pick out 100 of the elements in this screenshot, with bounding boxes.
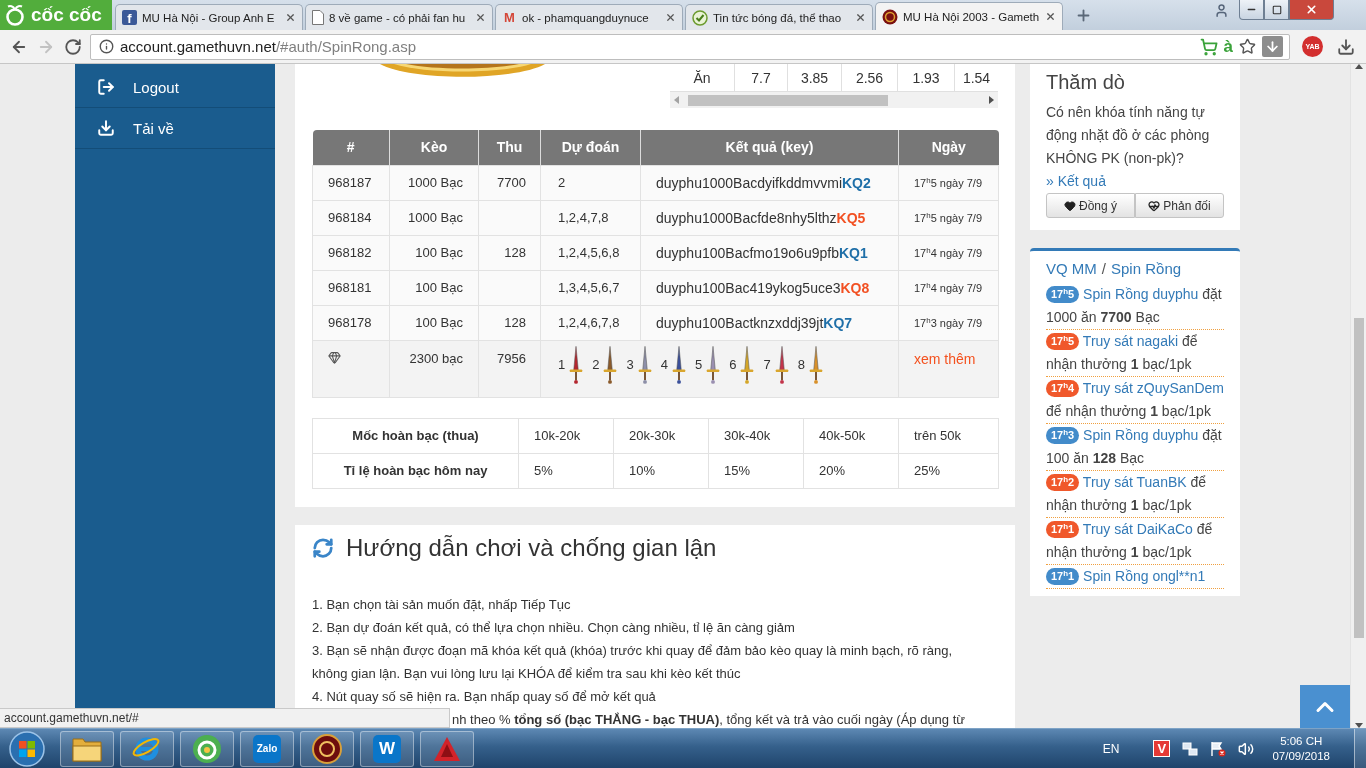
show-desktop-button[interactable]: [1354, 729, 1366, 768]
site-logo: M: [503, 10, 516, 25]
table-cell: 17$^{h}$5 ngày 7/9: [898, 200, 999, 235]
feed-link[interactable]: Spin Rồng ongl**n1: [1083, 568, 1206, 584]
table-cell: 20k-30k: [613, 418, 709, 453]
sidebar-item[interactable]: Logout: [75, 67, 275, 108]
vote-button[interactable]: Đồng ý: [1046, 193, 1135, 218]
item-number: 5: [694, 357, 703, 372]
letter-button[interactable]: à: [1223, 36, 1233, 57]
close-icon: [1305, 3, 1318, 16]
sidebar-item[interactable]: Tải về: [75, 108, 275, 149]
result-link[interactable]: » Kết quả: [1046, 173, 1106, 189]
title-separator: /: [1101, 259, 1106, 279]
horizontal-scrollbar[interactable]: [670, 92, 998, 108]
reload-button[interactable]: [64, 37, 82, 56]
taskbar-button[interactable]: [120, 730, 174, 767]
feed-link[interactable]: Truy sát DaiKaCo: [1082, 521, 1193, 537]
app-logo: W: [373, 734, 401, 763]
cart-icon[interactable]: [1199, 37, 1218, 56]
table-cell: 128: [478, 235, 541, 270]
table-cell: 1,3,4,5,6,7: [540, 270, 641, 305]
info-icon[interactable]: [99, 39, 114, 54]
taskbar-button[interactable]: [60, 730, 114, 767]
close-button[interactable]: [1289, 0, 1334, 20]
feed-entry: 17$^{h}$5 Truy sát nagaki để nhận thưởng 1 bạc/1pk: [1046, 330, 1224, 377]
taskbar-button[interactable]: W: [360, 730, 414, 767]
browser-tab[interactable]: 8 về game - có phải fan hu: [305, 4, 493, 30]
download-icon[interactable]: [1337, 37, 1355, 56]
language-indicator[interactable]: EN: [1102, 741, 1120, 756]
heart-icon: [1064, 199, 1076, 212]
more-link[interactable]: xem thêm: [914, 350, 976, 367]
feed-link[interactable]: Truy sát nagaki: [1082, 333, 1179, 349]
browser-tab[interactable]: Tin tức bóng đá, thể thao: [685, 4, 873, 30]
browser-menu-button[interactable]: cốc cốc: [0, 0, 112, 30]
clock-button[interactable]: 5:06 CH 07/09/2018: [1272, 733, 1330, 764]
close-icon[interactable]: [475, 12, 486, 23]
taskbar-button[interactable]: [420, 730, 474, 767]
maximize-button[interactable]: [1264, 0, 1289, 20]
close-icon[interactable]: [665, 12, 676, 23]
sword-icon: [705, 344, 722, 385]
table-cell: 968178: [312, 305, 390, 340]
table-cell: duyphu100Bactknzxddj39jtKQ7: [640, 305, 899, 340]
network-icon[interactable]: [1182, 740, 1199, 757]
site-logo: f: [122, 10, 137, 25]
taskbar-button[interactable]: Zalo: [240, 730, 294, 767]
table-cell: 10k-20k: [518, 418, 614, 453]
feed-link[interactable]: Truy sát zQuySanDem: [1082, 380, 1224, 396]
minimize-button[interactable]: [1239, 0, 1264, 20]
page-icon: [312, 10, 324, 25]
scroll-right-icon[interactable]: [989, 96, 994, 104]
address-field[interactable]: account.gamethuvn.net/#auth/SpinRong.asp à: [90, 33, 1290, 60]
table-cell: 17$^{h}$3 ngày 7/9: [898, 305, 999, 340]
close-icon[interactable]: [1045, 11, 1056, 22]
download-button[interactable]: [1262, 36, 1283, 57]
item-number: 4: [660, 357, 668, 372]
profile-icon[interactable]: [1214, 3, 1229, 18]
flag-icon[interactable]: [1210, 740, 1227, 757]
close-icon[interactable]: [855, 12, 866, 23]
table-cell: 3.85: [788, 64, 842, 91]
table-cell: 2300 bạc: [389, 340, 479, 397]
scrollbar-thumb[interactable]: [1353, 318, 1364, 638]
download-icon: [97, 119, 115, 137]
feed-link[interactable]: Truy sát TuanBK: [1082, 474, 1187, 490]
vote-button[interactable]: Phản đối: [1135, 193, 1224, 218]
time-badge: 17$^{h}$5: [1046, 286, 1080, 303]
time-badge: 17$^{h}$4: [1046, 380, 1080, 397]
refresh-icon: [312, 536, 334, 559]
column-header: Ngày: [898, 130, 999, 165]
table-cell: 40k-50k: [803, 418, 899, 453]
taskbar-button[interactable]: [180, 730, 234, 767]
table-cell: 30k-40k: [708, 418, 804, 453]
item-number: 3: [626, 357, 634, 372]
close-icon[interactable]: [285, 12, 296, 23]
guide-title: Hướng dẫn chơi và chống gian lận: [346, 533, 717, 562]
feed-link[interactable]: Spin Rồng duyphu: [1083, 286, 1199, 302]
back-to-top-button[interactable]: [1300, 685, 1350, 728]
feed-title-link[interactable]: VQ MM: [1046, 259, 1097, 279]
scrollbar-thumb[interactable]: [688, 94, 888, 106]
table-cell: 7956: [478, 340, 541, 397]
speaker-icon[interactable]: [1238, 740, 1255, 757]
vertical-scrollbar[interactable]: [1350, 64, 1366, 728]
browser-tab[interactable]: MU Hà Nội 2003 - Gameth: [875, 2, 1063, 30]
table-cell: 10%: [613, 453, 709, 488]
taskbar-button[interactable]: [300, 730, 354, 767]
new-tab-icon[interactable]: [1075, 7, 1092, 24]
feed-title-link[interactable]: Spin Rồng: [1111, 259, 1182, 279]
emblem-icon: [882, 8, 898, 25]
sword-icon: [636, 344, 653, 385]
column-header: Kết quả (key): [640, 130, 899, 165]
item-number: 8: [797, 357, 805, 372]
feed-link[interactable]: Spin Rồng duyphu: [1083, 427, 1199, 443]
feed-entry: 17$^{h}$1 Truy sát DaiKaCo để nhận thưởng 1 bạc/1pk: [1046, 518, 1224, 565]
table-cell: 25%: [898, 453, 999, 488]
table-cell: duyphu100Bacfmo19o6u9pfbKQ1: [640, 235, 899, 270]
browser-tab[interactable]: M ok - phamquangduynuce: [495, 4, 683, 30]
tray-logo[interactable]: V: [1153, 740, 1171, 757]
start-orb-icon: [8, 729, 46, 768]
browser-tab[interactable]: f MU Hà Nội - Group Anh E: [115, 4, 303, 30]
item-number: 7: [763, 357, 771, 372]
star-icon[interactable]: [1239, 38, 1256, 55]
